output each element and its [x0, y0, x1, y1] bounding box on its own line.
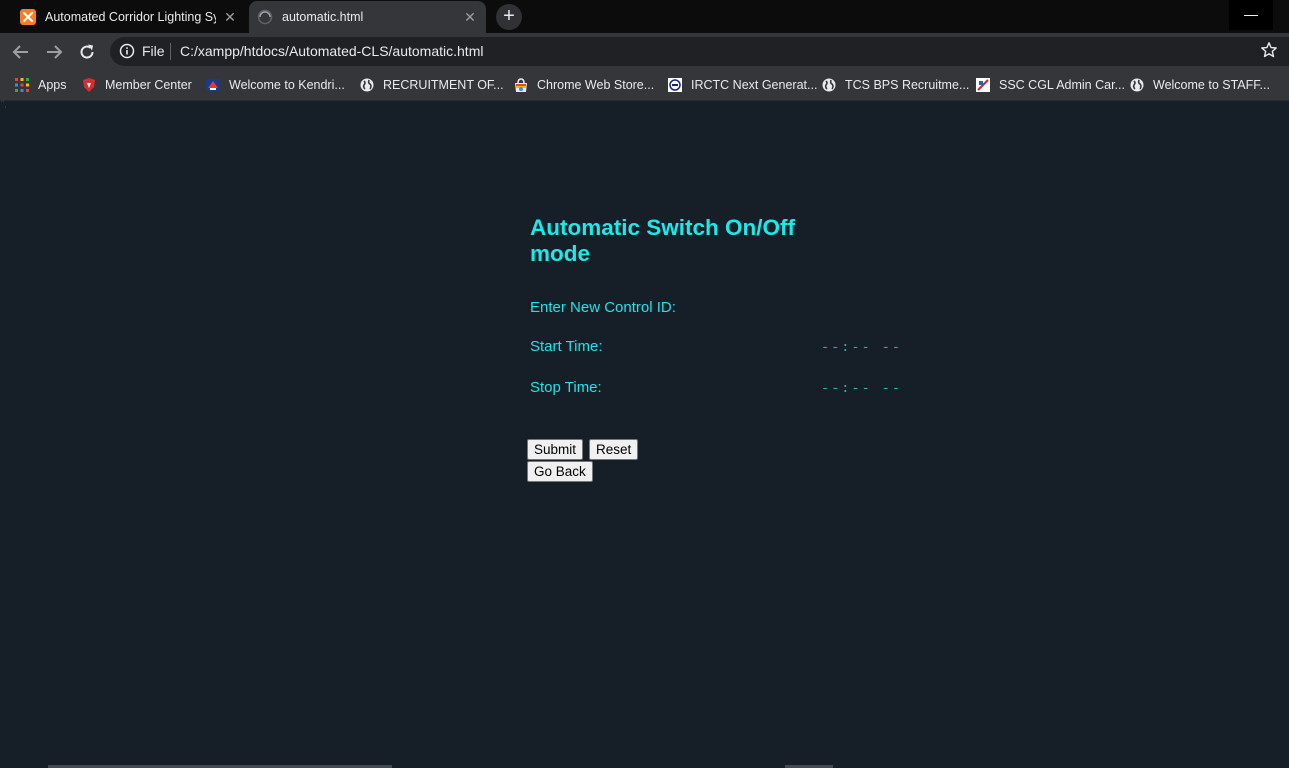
web-store-icon [513, 77, 529, 93]
tab-automated-corridor[interactable]: Automated Corridor Lighting Sys ✕ [12, 1, 246, 33]
bookmark-apps[interactable]: Apps [14, 76, 67, 94]
back-button[interactable] [10, 41, 32, 63]
reload-icon [80, 44, 94, 59]
bookmark-label: SSC CGL Admin Car... [999, 78, 1125, 92]
bookmark-label: Apps [38, 78, 67, 92]
bookmark-label: TCS BPS Recruitme... [845, 78, 970, 92]
kv-logo-icon [205, 77, 221, 93]
globe-icon [821, 77, 837, 93]
forward-arrow-icon [47, 45, 63, 59]
control-id-label: Enter New Control ID: [530, 299, 676, 316]
info-icon[interactable] [119, 43, 135, 59]
new-tab-button[interactable]: + [496, 4, 522, 30]
stop-time-label: Stop Time: [530, 379, 602, 396]
tab-title: automatic.html [282, 10, 364, 24]
bookmark-staff[interactable]: Welcome to STAFF... [1129, 76, 1270, 94]
bookmark-chrome-web-store[interactable]: Chrome Web Store... [513, 76, 654, 94]
stray-text-mark: ", [1, 99, 7, 109]
tab-strip: Automated Corridor Lighting Sys ✕ automa… [0, 0, 1289, 33]
submit-button[interactable]: Submit [527, 439, 584, 460]
xampp-icon [20, 9, 36, 25]
scheme-label: File [142, 43, 165, 59]
irctc-icon [667, 77, 683, 93]
stop-time-input[interactable]: --:-- -- [821, 380, 902, 396]
back-arrow-icon [12, 45, 28, 59]
bookmark-recruitment[interactable]: RECRUITMENT OF... [359, 76, 504, 94]
start-time-input[interactable]: --:-- -- [821, 339, 902, 355]
bookmark-label: Welcome to Kendri... [229, 78, 345, 92]
address-bar[interactable]: File C:/xampp/htdocs/Automated-CLS/autom… [110, 37, 1289, 66]
bookmark-member-center[interactable]: Member Center [81, 76, 192, 94]
ssc-icon [975, 77, 991, 93]
globe-icon [257, 9, 273, 25]
globe-icon [1129, 77, 1145, 93]
bookmarks-bar: Apps Member Center Welcome to Kendri... … [0, 70, 1289, 101]
browser-toolbar: File C:/xampp/htdocs/Automated-CLS/autom… [0, 33, 1289, 70]
apps-grid-icon [14, 77, 30, 93]
bookmark-irctc[interactable]: IRCTC Next Generat... [667, 76, 817, 94]
tab-automatic-html[interactable]: automatic.html ✕ [249, 1, 486, 33]
bookmark-kendriya[interactable]: Welcome to Kendri... [205, 76, 345, 94]
bookmark-label: IRCTC Next Generat... [691, 78, 818, 92]
bookmark-label: RECRUITMENT OF... [383, 78, 504, 92]
close-tab-icon[interactable]: ✕ [222, 9, 238, 25]
bookmark-label: Welcome to STAFF... [1153, 78, 1270, 92]
reload-button[interactable] [76, 41, 98, 63]
address-divider [170, 43, 171, 60]
tab-title: Automated Corridor Lighting Sys [45, 10, 216, 24]
start-time-label: Start Time: [530, 338, 603, 355]
bookmark-label: Member Center [105, 78, 192, 92]
bookmark-label: Chrome Web Store... [537, 78, 655, 92]
globe-icon [359, 77, 375, 93]
bookmark-ssc-cgl[interactable]: SSC CGL Admin Car... [975, 76, 1125, 94]
reset-button[interactable]: Reset [589, 439, 639, 460]
url-text[interactable]: C:/xampp/htdocs/Automated-CLS/automatic.… [180, 43, 483, 59]
forward-button[interactable] [43, 41, 65, 63]
page-title: Automatic Switch On/Off mode [530, 215, 796, 266]
bookmark-tcs-bps[interactable]: TCS BPS Recruitme... [821, 76, 969, 94]
minimize-window-button[interactable]: — [1229, 0, 1273, 30]
go-back-button[interactable]: Go Back [527, 461, 593, 482]
bookmark-star-icon[interactable] [1260, 41, 1278, 59]
msi-shield-icon [81, 77, 97, 93]
close-tab-icon[interactable]: ✕ [462, 9, 478, 25]
